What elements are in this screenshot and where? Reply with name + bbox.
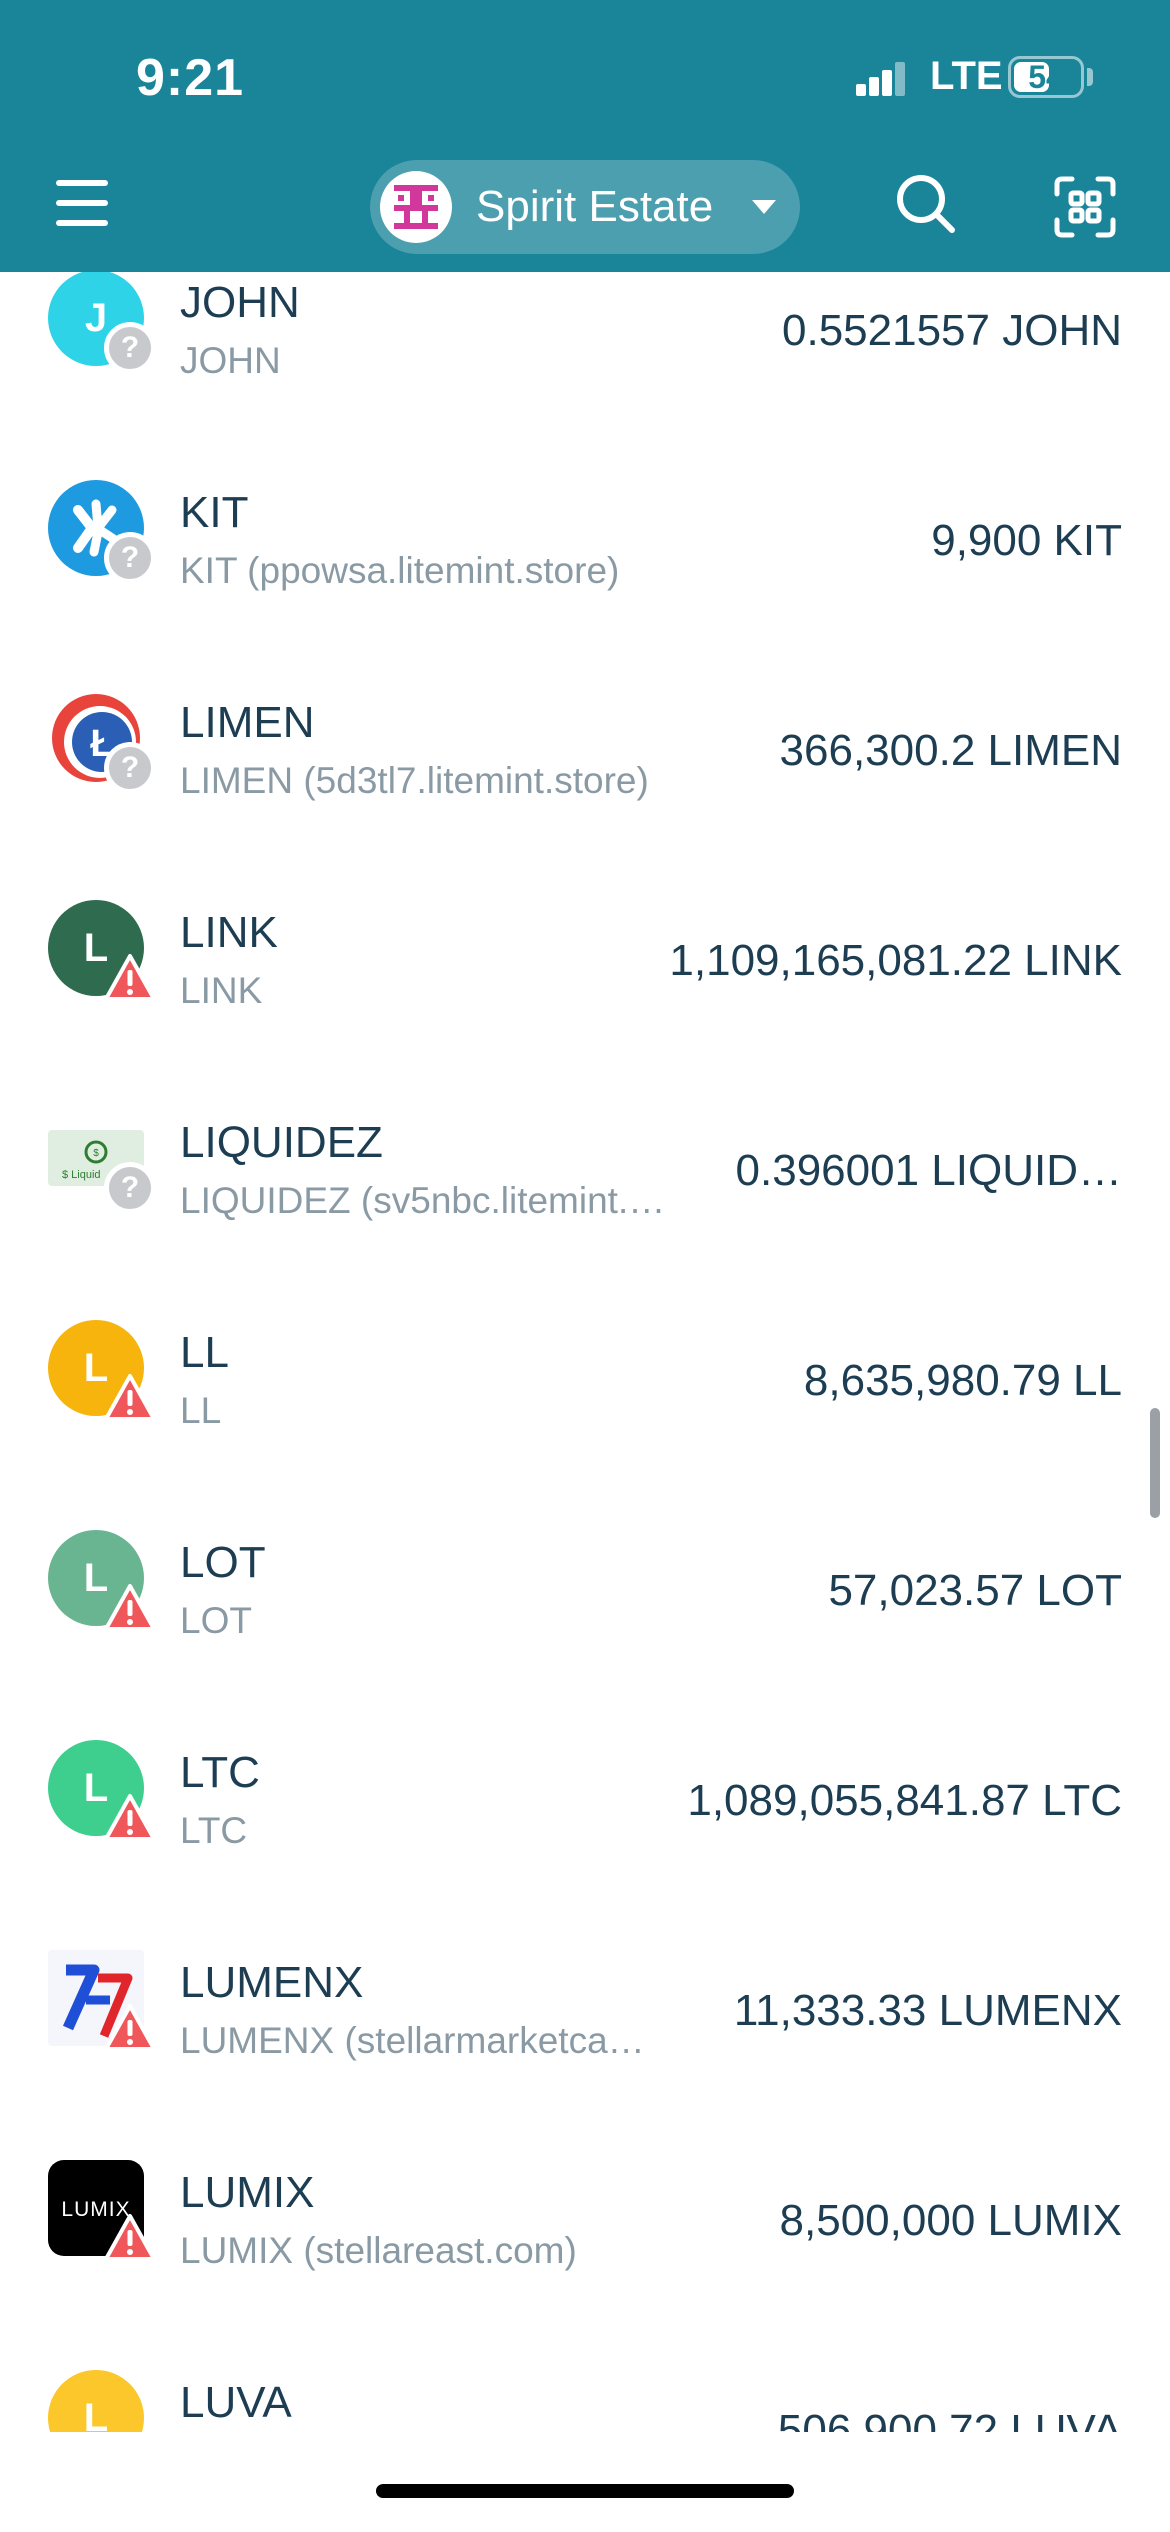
app-header: 9:21 LTE 54 Spirit Estate — [0, 0, 1170, 272]
asset-description: LUMIX (stellareast.com) — [180, 2230, 577, 2271]
unverified-question-icon: ? — [104, 532, 156, 584]
svg-text:$ Liquid: $ Liquid — [62, 1169, 101, 1181]
status-time: 9:21 — [136, 49, 245, 107]
unverified-question-icon: ? — [104, 1162, 156, 1214]
asset-code: KIT — [180, 488, 249, 537]
asset-balance: 366,300.2 LIMEN — [779, 726, 1122, 775]
warning-icon — [104, 1792, 156, 1844]
warning-icon — [104, 1372, 156, 1424]
asset-balance: 8,635,980.79 LL — [803, 1356, 1122, 1405]
asset-code: LUMIX — [180, 2168, 315, 2217]
asset-description: LIMEN (5d3tl7.litemint.store) — [180, 760, 649, 801]
account-switcher[interactable]: Spirit Estate — [370, 160, 800, 254]
asset-code: LL — [180, 1328, 229, 1377]
asset-row[interactable]: L LTC LTC 1,089,055,841.87 LTC — [0, 1710, 1170, 1920]
warning-icon — [104, 2002, 156, 2054]
unverified-question-icon: ? — [104, 322, 156, 374]
asset-row[interactable]: L LOT LOT 57,023.57 LOT — [0, 1500, 1170, 1710]
asset-row[interactable]: J? JOHN JOHN 0.5521557 JOHN — [0, 272, 1170, 450]
asset-description: LINK — [180, 970, 263, 1011]
asset-row[interactable]: ? KIT KIT (ppowsa.litemint.store) 9,900 KIT — [0, 450, 1170, 660]
asset-row[interactable]: $ $ Liquid? LIQUIDEZ LIQUIDEZ (sv5nbc.litem… — [0, 1080, 1170, 1290]
asset-row[interactable]: Ł? LIMEN LIMEN (5d3tl7.litemint.store) 366,… — [0, 660, 1170, 870]
home-indicator[interactable] — [376, 2484, 794, 2498]
asset-balance: 0.396001 LIQUID… — [735, 1146, 1122, 1195]
battery-cap — [1087, 68, 1093, 86]
asset-balance: 1,089,055,841.87 LTC — [687, 1776, 1122, 1825]
warning-icon — [104, 1582, 156, 1634]
asset-description: KIT (ppowsa.litemint.store) — [180, 550, 620, 591]
asset-code: LUVA — [180, 2378, 292, 2427]
warning-icon — [104, 952, 156, 1004]
chevron-down-icon — [752, 200, 776, 214]
account-avatar — [380, 171, 452, 243]
account-name: Spirit Estate — [476, 182, 714, 231]
asset-code: LIQUIDEZ — [180, 1118, 383, 1167]
asset-balance: 1,109,165,081.22 LINK — [669, 936, 1122, 985]
warning-icon — [104, 2212, 156, 2264]
asset-row[interactable]: L LINK LINK 1,109,165,081.22 LINK — [0, 870, 1170, 1080]
battery-percent: 54 — [1028, 59, 1064, 95]
asset-list[interactable]: J? JOHN JOHN 0.5521557 JOHN? KIT KIT (ppowsa.… — [0, 272, 1170, 2432]
asset-description: JOHN — [180, 340, 281, 381]
cellular-signal-icon — [856, 62, 906, 96]
asset-description: LOT — [180, 1600, 252, 1641]
asset-balance: 57,023.57 LOT — [828, 1566, 1122, 1615]
asset-row[interactable]: L LUVA 506,900.72 LUVA — [0, 2340, 1170, 2432]
asset-icon: L — [48, 2370, 144, 2432]
hamburger-menu-icon[interactable] — [52, 176, 112, 232]
battery-icon: 54 — [1008, 56, 1084, 98]
asset-description: LIQUIDEZ (sv5nbc.litemint.… — [180, 1180, 666, 1221]
qr-scan-icon[interactable] — [1054, 176, 1116, 238]
asset-code: LINK — [180, 908, 278, 957]
asset-balance: 9,900 KIT — [931, 516, 1122, 565]
asset-balance: 506,900.72 LUVA — [777, 2406, 1122, 2432]
asset-code: JOHN — [180, 278, 300, 327]
asset-code: LTC — [180, 1748, 260, 1797]
asset-balance: 0.5521557 JOHN — [782, 306, 1122, 355]
asset-code: LUMENX — [180, 1958, 364, 2007]
asset-row[interactable]: LUMENX LUMENX (stellarmarketca… 11,333.33 … — [0, 1920, 1170, 2130]
bottom-area — [0, 2432, 1170, 2532]
asset-row[interactable]: L LL LL 8,635,980.79 LL — [0, 1290, 1170, 1500]
unverified-question-icon: ? — [104, 742, 156, 794]
asset-description: LL — [180, 1390, 222, 1431]
asset-description: LUMENX (stellarmarketca… — [180, 2020, 645, 2061]
asset-balance: 11,333.33 LUMENX — [733, 1986, 1122, 2035]
asset-description: LTC — [180, 1810, 248, 1851]
network-type: LTE — [930, 54, 1003, 98]
asset-code: LIMEN — [180, 698, 315, 747]
svg-text:$: $ — [93, 1148, 99, 1159]
asset-balance: 8,500,000 LUMIX — [779, 2196, 1122, 2245]
scrollbar[interactable] — [1150, 1408, 1160, 1518]
search-icon[interactable] — [894, 172, 958, 236]
asset-row[interactable]: LUMIX LUMIX LUMIX (stellareast.com) 8,500,0… — [0, 2130, 1170, 2340]
asset-code: LOT — [180, 1538, 266, 1587]
